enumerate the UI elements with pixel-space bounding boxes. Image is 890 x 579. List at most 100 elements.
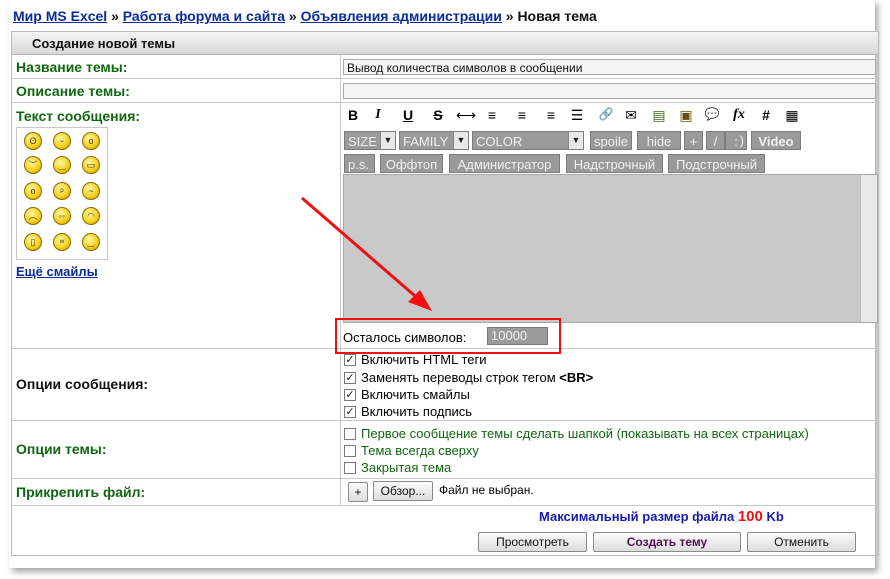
subscript-button[interactable]: Подстрочный bbox=[668, 154, 765, 173]
highlight-box bbox=[335, 318, 561, 354]
italic-icon[interactable]: I bbox=[370, 107, 386, 123]
max-size-unit: Kb bbox=[766, 509, 784, 524]
chevron-down-icon: ▼ bbox=[380, 132, 395, 149]
align-right-icon[interactable]: ≡ bbox=[543, 107, 559, 123]
align-left-icon[interactable]: ≡ bbox=[484, 107, 500, 123]
topic-options-label-cell: Опции темы: bbox=[12, 421, 341, 478]
smiley-icon[interactable]: ▯ bbox=[24, 233, 42, 251]
description-input[interactable] bbox=[343, 83, 876, 99]
smiley-icon[interactable]: ~ bbox=[82, 182, 100, 200]
smiley-icon[interactable]: ︶ bbox=[24, 156, 42, 174]
form-title: Создание новой темы bbox=[32, 36, 176, 51]
title-label: Название темы: bbox=[16, 59, 128, 75]
message-options-label-cell: Опции сообщения: bbox=[12, 349, 341, 420]
max-size-note: Максимальный размер файла 100 Kb bbox=[539, 508, 784, 525]
bold-icon[interactable]: B bbox=[345, 107, 361, 123]
cancel-button[interactable]: Отменить bbox=[747, 532, 856, 552]
color-select[interactable]: COLOR ▼ bbox=[472, 131, 584, 150]
title-input[interactable]: Вывод количества символов в сообщении bbox=[343, 59, 876, 75]
smiley-icon[interactable]: o bbox=[24, 182, 42, 200]
email-icon[interactable]: ✉ bbox=[622, 107, 640, 124]
attach-label-cell: Прикрепить файл: bbox=[12, 479, 341, 505]
hide-button[interactable]: hide bbox=[637, 131, 681, 150]
smiley-icon[interactable]: ʷ bbox=[53, 233, 71, 251]
family-select[interactable]: FAMILY ▼ bbox=[399, 131, 469, 150]
br-tag-text: <BR> bbox=[559, 370, 594, 385]
add-file-button[interactable]: + bbox=[348, 482, 368, 502]
offtopic-button[interactable]: Оффтоп bbox=[380, 154, 443, 173]
size-select-value: SIZE bbox=[348, 134, 377, 149]
max-size-value: 100 bbox=[737, 508, 763, 525]
admin-button[interactable]: Администратор bbox=[449, 154, 560, 173]
formula-icon[interactable]: fx bbox=[730, 107, 748, 123]
closed-topic-checkbox[interactable] bbox=[344, 462, 356, 474]
html-tags-checkbox[interactable]: ✓ bbox=[344, 354, 356, 366]
quote-icon[interactable]: 💬 bbox=[703, 107, 721, 121]
spoiler-button[interactable]: spoile bbox=[590, 131, 632, 150]
message-options-label: Опции сообщения: bbox=[16, 376, 149, 392]
br-tags-text: Заменять переводы строк тегом bbox=[361, 370, 556, 385]
smiley-icon[interactable]: ◦◦ bbox=[53, 207, 71, 225]
create-topic-button[interactable]: Создать тему bbox=[593, 532, 741, 552]
always-on-top-checkbox[interactable] bbox=[344, 445, 356, 457]
browse-button[interactable]: Обзор... bbox=[373, 481, 433, 501]
signature-checkbox[interactable]: ✓ bbox=[344, 406, 356, 418]
smiley-icon[interactable]: ▭ bbox=[82, 156, 100, 174]
table-icon[interactable]: ▦ bbox=[783, 107, 801, 124]
topic-options-label: Опции темы: bbox=[16, 441, 107, 457]
smiley-icon[interactable]: o bbox=[82, 132, 100, 150]
max-size-text: Максимальный размер файла bbox=[539, 509, 735, 524]
br-tags-checkbox[interactable]: ✓ bbox=[344, 372, 356, 384]
underline-icon[interactable]: U bbox=[400, 107, 416, 123]
smiley-icon[interactable]: ‿ bbox=[53, 156, 71, 174]
link-icon[interactable]: 🔗 bbox=[597, 107, 615, 121]
smileys-checkbox[interactable]: ✓ bbox=[344, 389, 356, 401]
chevron-down-icon: ▼ bbox=[568, 132, 583, 149]
form-header: Создание новой темы bbox=[12, 32, 878, 55]
breadcrumb-separator: » bbox=[288, 8, 297, 24]
signature-label: Включить подпись bbox=[361, 404, 473, 419]
chevron-down-icon: ▼ bbox=[453, 132, 468, 149]
preview-button[interactable]: Просмотреть bbox=[478, 532, 587, 552]
breadcrumb-separator: » bbox=[505, 8, 514, 24]
title-row: Название темы: Вывод количества символов… bbox=[12, 55, 878, 79]
ps-button[interactable]: p.s. bbox=[344, 154, 375, 173]
breadcrumb-item-forum[interactable]: Работа форума и сайта bbox=[123, 8, 285, 24]
description-label: Описание темы: bbox=[16, 83, 130, 99]
breadcrumb-item-home[interactable]: Мир MS Excel bbox=[13, 8, 107, 24]
title-label-cell: Название темы: bbox=[12, 55, 341, 78]
hash-icon[interactable]: # bbox=[758, 107, 774, 123]
smiley-icon[interactable]: ʘ bbox=[24, 132, 42, 150]
html-tags-label: Включить HTML теги bbox=[361, 352, 487, 367]
paren-button[interactable]: ) bbox=[727, 131, 747, 150]
smiley-icon[interactable]: ︵ bbox=[24, 207, 42, 225]
textarea-scrollbar[interactable] bbox=[860, 175, 877, 322]
size-select[interactable]: SIZE ▼ bbox=[344, 131, 396, 150]
breadcrumb-separator: » bbox=[111, 8, 119, 24]
plus-button[interactable]: + bbox=[684, 131, 703, 150]
more-smileys-link[interactable]: Ещё смайлы bbox=[16, 264, 98, 279]
slash-button[interactable]: / bbox=[706, 131, 725, 150]
smiley-icon[interactable]: ‿ bbox=[82, 233, 100, 251]
breadcrumb: Мир MS Excel » Работа форума и сайта » О… bbox=[13, 8, 597, 24]
closed-topic-label: Закрытая тема bbox=[361, 460, 452, 475]
smiley-icon[interactable]: ᵕ bbox=[53, 132, 71, 150]
strikethrough-icon[interactable]: S bbox=[430, 107, 446, 123]
br-tags-label: Заменять переводы строк тегом <BR> bbox=[361, 370, 593, 385]
description-row: Описание темы: bbox=[12, 79, 878, 103]
breadcrumb-item-announcements[interactable]: Объявления администрации bbox=[301, 8, 502, 24]
smiley-icon[interactable]: ◠ bbox=[82, 207, 100, 225]
image-icon[interactable]: ▤ bbox=[650, 107, 668, 124]
list-icon[interactable]: ☰ bbox=[569, 107, 585, 124]
picture-icon[interactable]: ▣ bbox=[677, 107, 695, 124]
superscript-button[interactable]: Надстрочный bbox=[566, 154, 663, 173]
video-button[interactable]: Video bbox=[751, 131, 801, 150]
horizontal-rule-icon[interactable]: ⟷ bbox=[456, 107, 476, 124]
smiley-icon[interactable]: ᵖ bbox=[53, 182, 71, 200]
pin-first-post-checkbox[interactable] bbox=[344, 428, 356, 440]
family-select-value: FAMILY bbox=[403, 134, 449, 149]
breadcrumb-current: Новая тема bbox=[517, 8, 597, 24]
always-on-top-label: Тема всегда сверху bbox=[361, 443, 479, 458]
align-center-icon[interactable]: ≡ bbox=[514, 107, 530, 123]
message-label: Текст сообщения: bbox=[16, 108, 141, 124]
